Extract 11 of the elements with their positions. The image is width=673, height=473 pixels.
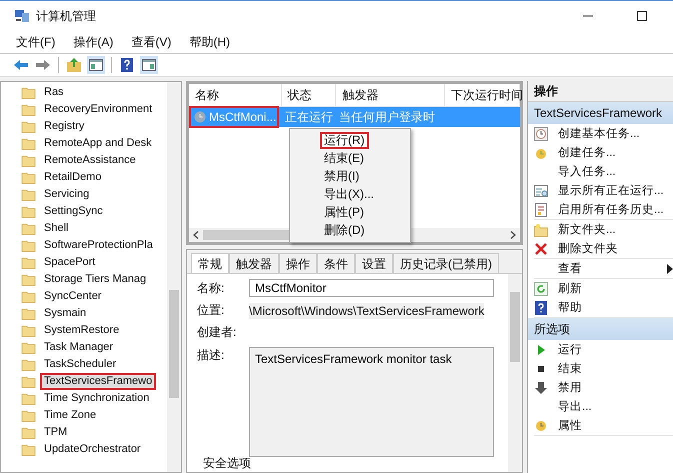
table-cell-text: 当任何用户登录时 — [338, 108, 436, 126]
task-name: MsCtfMoni... — [209, 110, 276, 124]
table-cell-text: 正在运行 — [284, 108, 333, 126]
field-label: 名称: — [197, 280, 226, 297]
field-label: 创建者: — [197, 324, 238, 342]
field-label: 位置: — [197, 302, 226, 320]
field-label: 描述: — [197, 346, 226, 364]
panel-title: 操作 — [528, 81, 673, 102]
window-title: 计算机管理 — [36, 8, 96, 24]
location-value: \Microsoft\Windows\TextServicesFramework — [249, 302, 484, 319]
section-label: 安全选项 — [202, 455, 252, 472]
